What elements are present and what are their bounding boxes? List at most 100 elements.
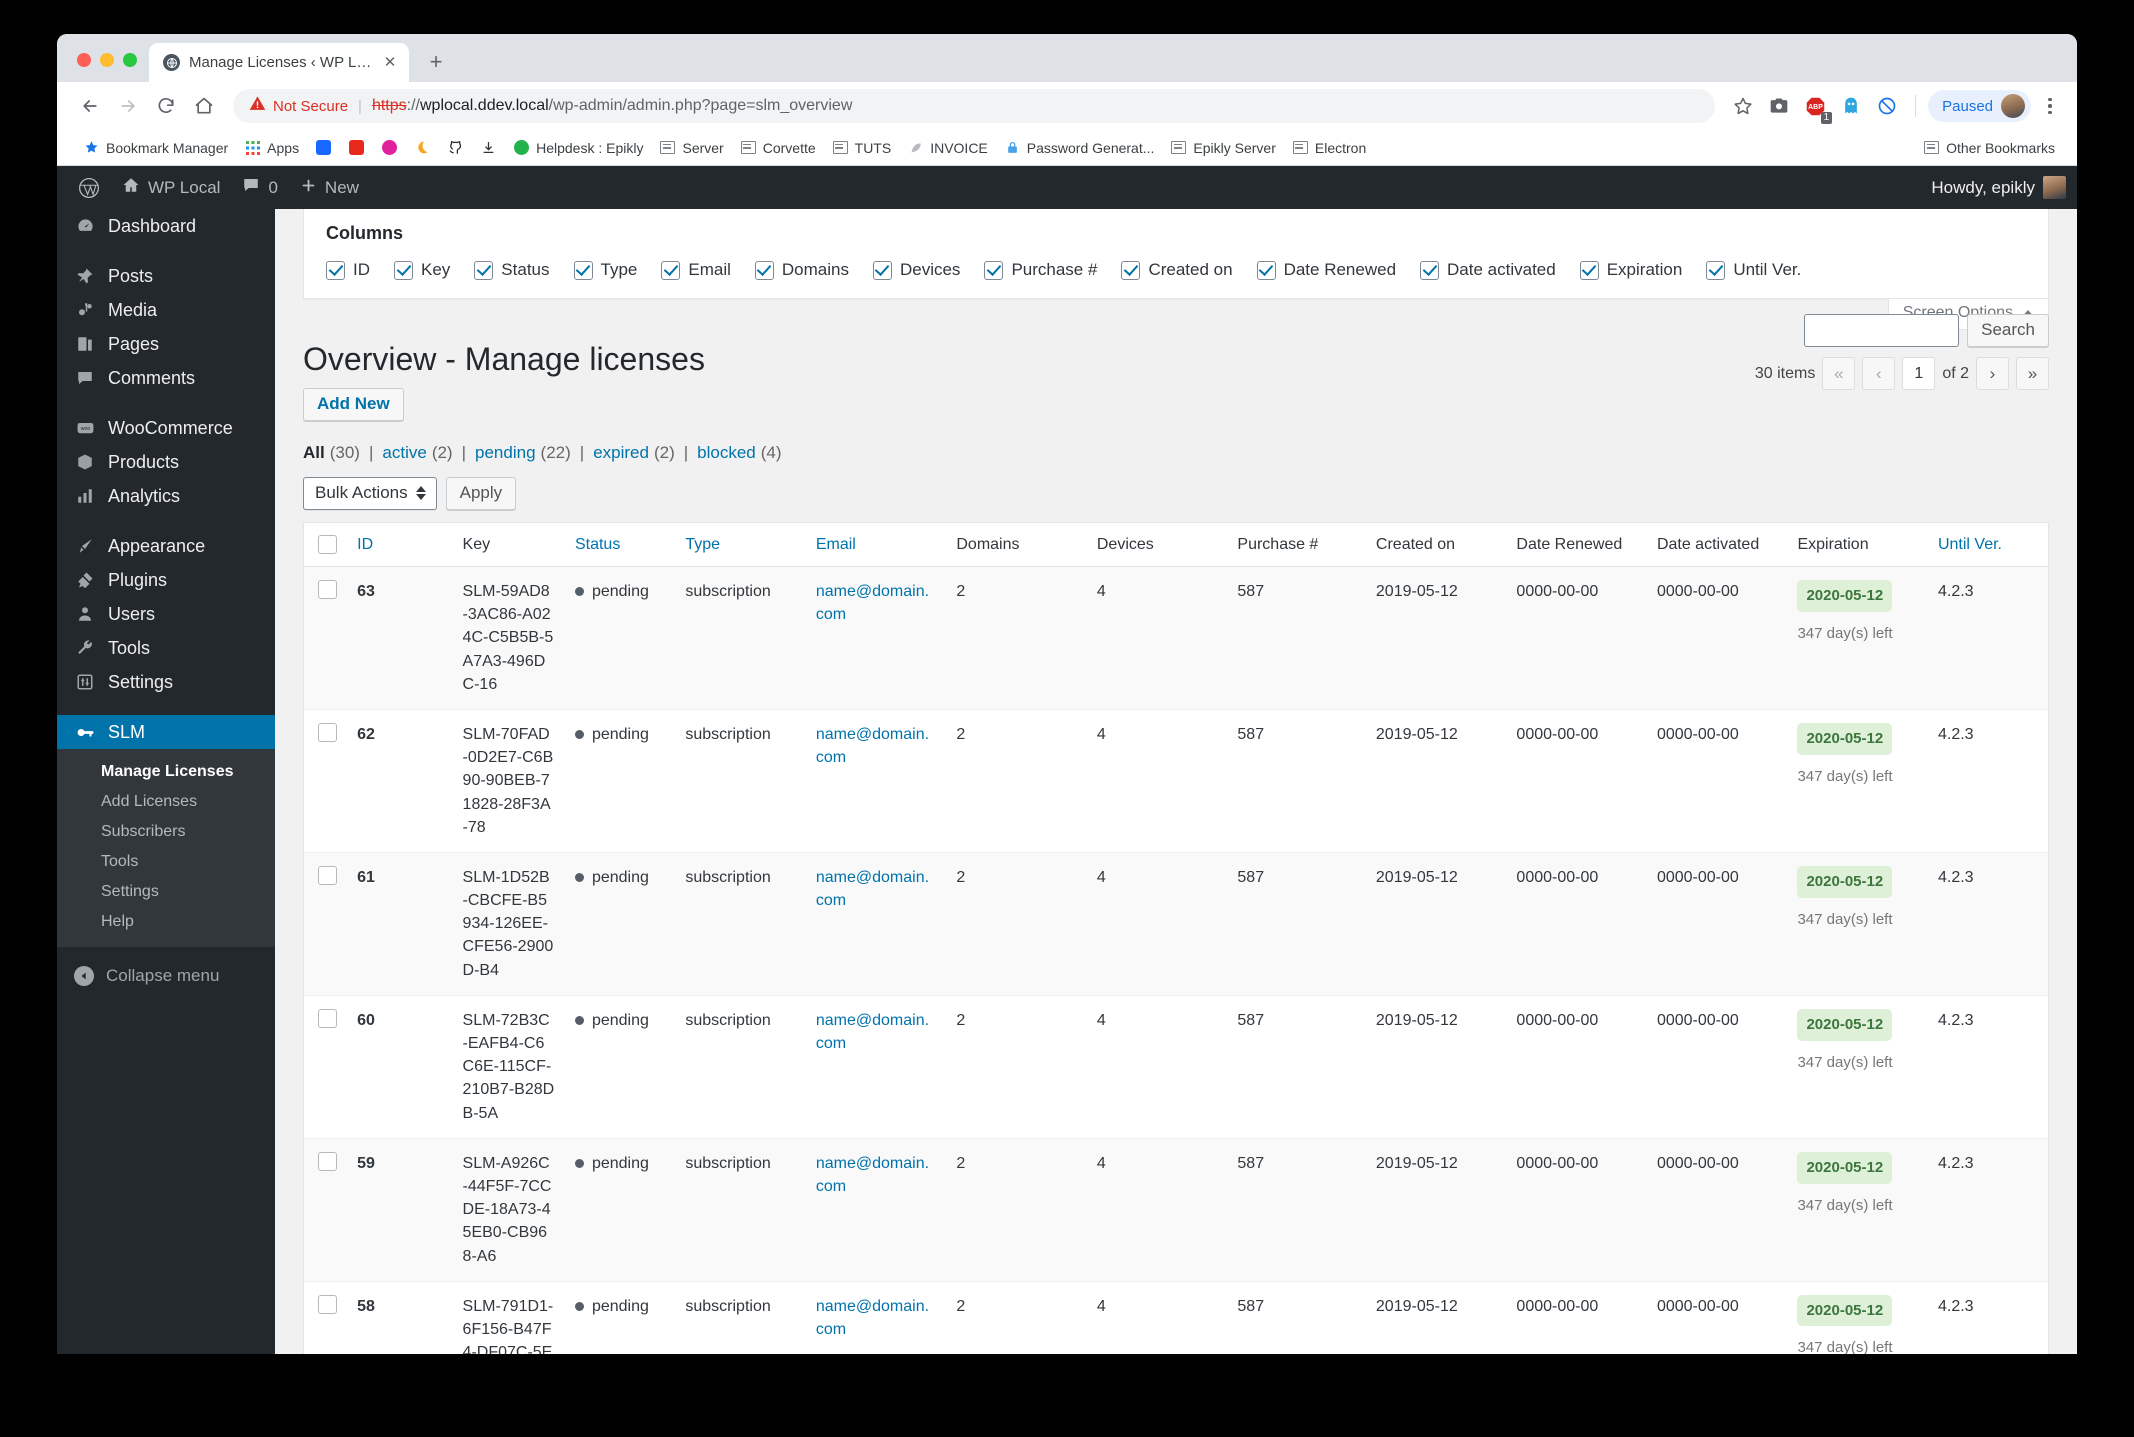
bookmark-electron[interactable]: Electron <box>1284 135 1374 160</box>
row-checkbox[interactable] <box>318 1151 337 1171</box>
header-link[interactable]: Until Ver. <box>1938 536 2002 553</box>
submenu-item-subscribers[interactable]: Subscribers <box>57 817 275 847</box>
bookmark-apps[interactable]: Apps <box>236 135 307 160</box>
checkbox-icon[interactable] <box>474 260 494 280</box>
comments-menu[interactable]: 0 <box>231 166 288 209</box>
filter-pending[interactable]: pending (22) | <box>475 443 593 463</box>
reload-button[interactable] <box>149 89 183 123</box>
profile-button[interactable]: Paused <box>1928 90 2031 122</box>
bulk-actions-select[interactable]: Bulk Actions <box>303 477 437 510</box>
browser-menu-button[interactable] <box>2035 90 2065 122</box>
column-toggle-domains[interactable]: Domains <box>754 260 849 280</box>
header-link[interactable]: Status <box>575 536 620 553</box>
filter-link[interactable]: All <box>303 443 325 463</box>
row-select-cell[interactable] <box>303 851 348 996</box>
submenu-item-help[interactable]: Help <box>57 907 275 937</box>
adblock-plus-icon[interactable]: ABP 1 <box>1799 90 1833 124</box>
close-tab-button[interactable]: ✕ <box>381 54 399 72</box>
filter-link[interactable]: active <box>382 443 426 463</box>
sidebar-item-users[interactable]: Users <box>57 597 275 631</box>
my-account-menu[interactable]: Howdy, epikly <box>1920 166 2077 209</box>
checkbox-icon[interactable] <box>1420 260 1440 280</box>
bookmark-github[interactable] <box>439 135 472 160</box>
sidebar-item-appearance[interactable]: Appearance <box>57 529 275 563</box>
bookmark-bookmark-manager[interactable]: Bookmark Manager <box>75 135 236 160</box>
prev-page-button[interactable]: ‹ <box>1862 357 1896 390</box>
header-link[interactable]: Type <box>685 536 720 553</box>
header-until-ver[interactable]: Until Ver. <box>1927 522 2049 567</box>
sidebar-item-products[interactable]: Products <box>57 445 275 479</box>
sidebar-item-tools[interactable]: Tools <box>57 631 275 665</box>
checkbox-icon[interactable] <box>573 260 593 280</box>
header-type[interactable]: Type <box>675 522 806 567</box>
filter-link[interactable]: expired <box>593 443 649 463</box>
header-id[interactable]: ID <box>347 522 453 567</box>
checkbox-icon[interactable] <box>872 260 892 280</box>
next-page-button[interactable]: › <box>1976 357 2009 390</box>
other-bookmarks-button[interactable]: Other Bookmarks <box>1915 135 2063 160</box>
column-toggle-date-renewed[interactable]: Date Renewed <box>1256 260 1396 280</box>
first-page-button[interactable]: « <box>1822 357 1856 390</box>
apply-button[interactable]: Apply <box>445 477 517 510</box>
sidebar-item-pages[interactable]: Pages <box>57 327 275 361</box>
last-page-button[interactable]: » <box>2016 357 2049 390</box>
column-toggle-purchase[interactable]: Purchase # <box>984 260 1097 280</box>
column-toggle-key[interactable]: Key <box>394 260 450 280</box>
column-toggle-devices[interactable]: Devices <box>872 260 960 280</box>
checkbox-icon[interactable] <box>1256 260 1276 280</box>
bookmark-epikly-server[interactable]: Epikly Server <box>1162 135 1283 160</box>
header-link[interactable]: Email <box>816 536 856 553</box>
email-link[interactable]: name@domain.com <box>816 726 929 766</box>
bookmark-youtube-record[interactable] <box>340 135 373 160</box>
submenu-item-add-licenses[interactable]: Add Licenses <box>57 787 275 817</box>
submenu-item-manage-licenses[interactable]: Manage Licenses <box>57 757 275 787</box>
search-input[interactable] <box>1804 314 1960 347</box>
filter-active[interactable]: active (2) | <box>382 443 475 463</box>
minimize-window-button[interactable] <box>100 53 114 67</box>
email-link[interactable]: name@domain.com <box>816 1298 929 1338</box>
submenu-item-tools[interactable]: Tools <box>57 847 275 877</box>
filter-link[interactable]: pending <box>475 443 536 463</box>
close-window-button[interactable] <box>77 53 91 67</box>
filter-all[interactable]: All (30) | <box>303 443 382 463</box>
row-select-cell[interactable] <box>303 994 348 1139</box>
sidebar-item-posts[interactable]: Posts <box>57 259 275 293</box>
checkbox-icon[interactable] <box>1706 260 1726 280</box>
filter-link[interactable]: blocked <box>697 443 756 463</box>
email-link[interactable]: name@domain.com <box>816 1012 929 1052</box>
select-all-header[interactable] <box>303 522 348 567</box>
checkbox-icon[interactable] <box>984 260 1004 280</box>
select-all-checkbox[interactable] <box>318 535 337 554</box>
filter-blocked[interactable]: blocked (4) <box>697 443 781 463</box>
address-bar[interactable]: Not Secure | https://wplocal.ddev.local/… <box>233 89 1716 123</box>
bookmark-invoice[interactable]: INVOICE <box>899 135 996 160</box>
submenu-item-settings[interactable]: Settings <box>57 877 275 907</box>
checkbox-icon[interactable] <box>1579 260 1599 280</box>
new-content-menu[interactable]: New <box>289 166 370 209</box>
screenshot-camera-icon[interactable] <box>1763 90 1795 122</box>
home-button[interactable] <box>187 89 221 123</box>
column-toggle-until-ver[interactable]: Until Ver. <box>1706 260 1801 280</box>
checkbox-icon[interactable] <box>661 260 681 280</box>
row-select-cell[interactable] <box>303 708 348 853</box>
browser-tab[interactable]: Manage Licenses ‹ WP Local – ✕ <box>149 43 409 82</box>
column-toggle-created-on[interactable]: Created on <box>1121 260 1233 280</box>
site-name-menu[interactable]: WP Local <box>111 166 231 209</box>
bookmark-server[interactable]: Server <box>651 135 731 160</box>
row-select-cell[interactable] <box>303 1280 348 1354</box>
forward-button[interactable] <box>111 89 145 123</box>
block-icon[interactable] <box>1871 90 1903 122</box>
row-checkbox[interactable] <box>318 1008 337 1028</box>
column-toggle-email[interactable]: Email <box>661 260 731 280</box>
checkbox-icon[interactable] <box>326 260 345 280</box>
bookmark-star-icon[interactable] <box>1727 90 1759 122</box>
sidebar-item-dashboard[interactable]: Dashboard <box>57 209 275 243</box>
header-status[interactable]: Status <box>564 522 676 567</box>
current-page-input[interactable]: 1 <box>1902 357 1936 390</box>
row-select-cell[interactable] <box>303 1137 348 1282</box>
sidebar-item-slm[interactable]: SLM <box>57 715 275 749</box>
bookmark-corvette[interactable]: Corvette <box>732 135 824 160</box>
new-tab-button[interactable]: + <box>419 45 453 79</box>
add-new-button[interactable]: Add New <box>303 388 404 421</box>
bookmark-moon[interactable] <box>406 135 439 160</box>
